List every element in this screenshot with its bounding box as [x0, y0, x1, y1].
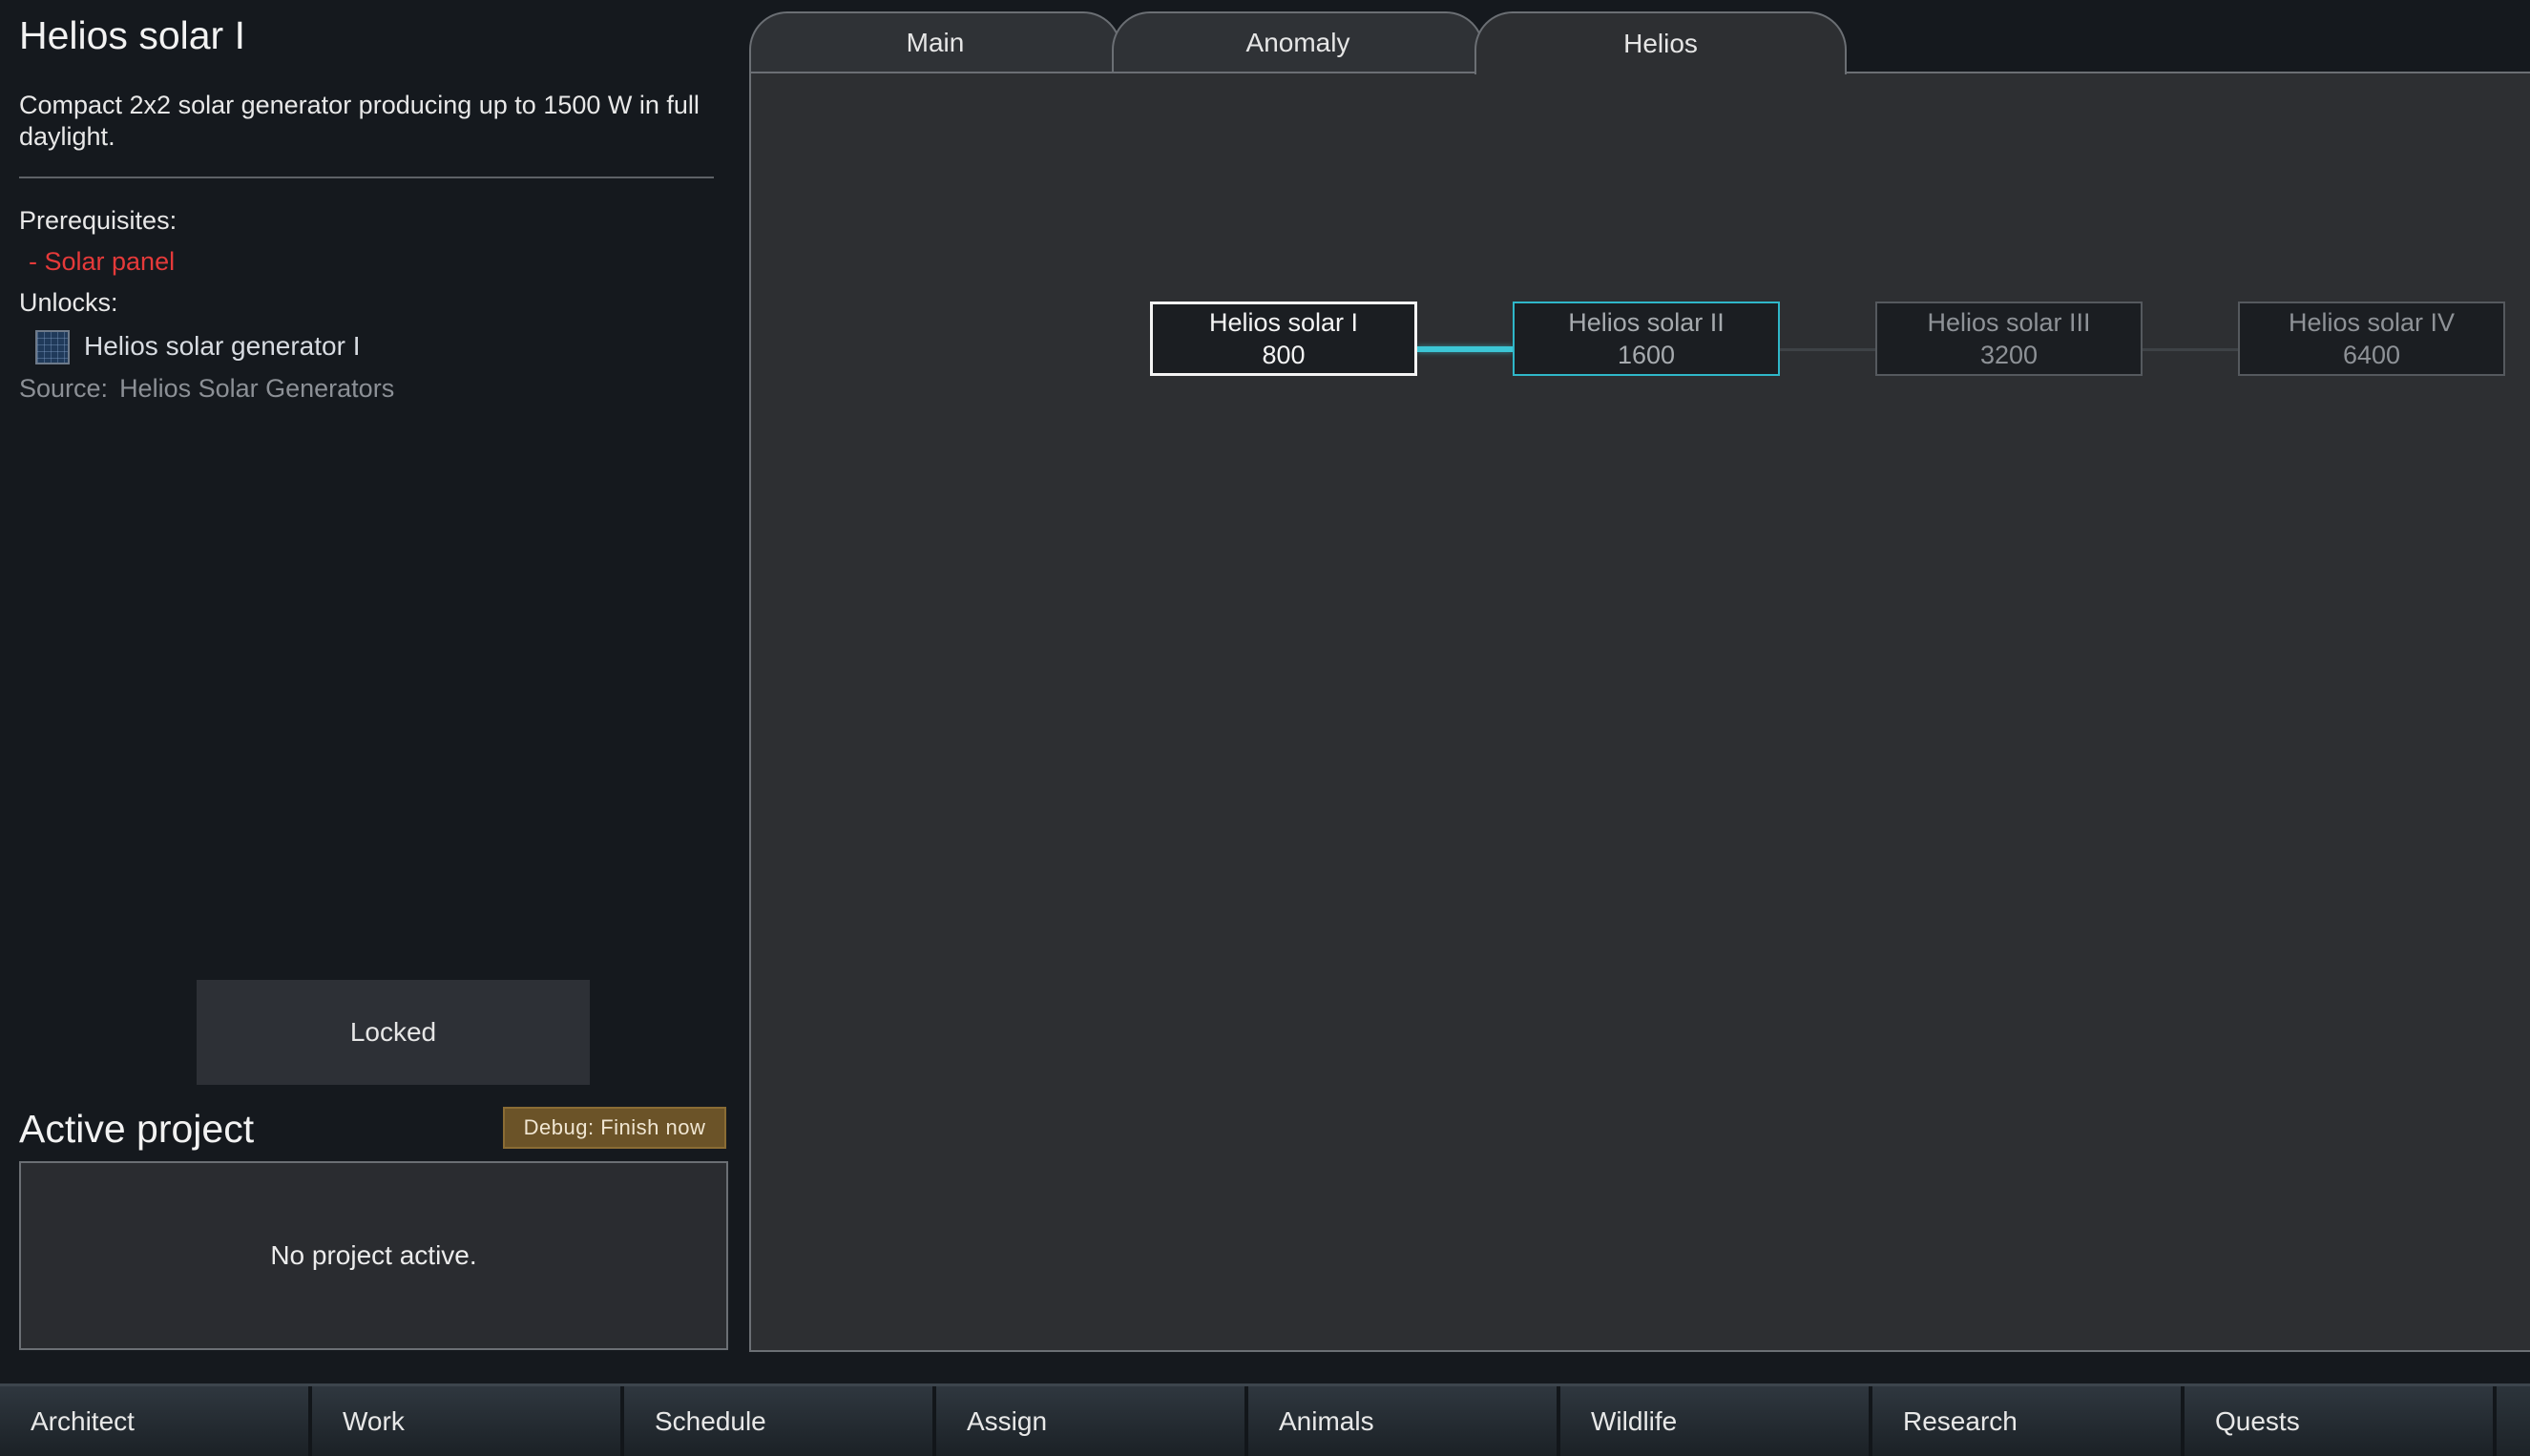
solar-generator-icon[interactable] [35, 330, 70, 364]
tree-node-cost: 6400 [2342, 341, 2401, 369]
work-button[interactable]: Work [312, 1386, 624, 1456]
tree-node-helios-solar-3[interactable]: Helios solar III 3200 [1875, 302, 2143, 376]
source-line: Source: Helios Solar Generators [19, 374, 394, 404]
tree-connector [1780, 348, 1875, 351]
schedule-button[interactable]: Schedule [624, 1386, 936, 1456]
wildlife-button[interactable]: Wildlife [1560, 1386, 1872, 1456]
prerequisite-item: - Solar panel [29, 247, 176, 276]
tree-node-helios-solar-2[interactable]: Helios solar II 1600 [1513, 302, 1780, 376]
tree-node-name: Helios solar II [1568, 308, 1725, 337]
tree-connector [1417, 346, 1513, 352]
tree-node-cost: 3200 [1979, 341, 2039, 369]
tree-node-name: Helios solar IV [2288, 308, 2456, 337]
locked-button[interactable]: Locked [197, 980, 590, 1085]
assign-button[interactable]: Assign [936, 1386, 1248, 1456]
quests-button[interactable]: Quests [2185, 1386, 2497, 1456]
divider [19, 177, 714, 178]
active-project-box: No project active. [19, 1161, 728, 1350]
architect-button[interactable]: Architect [0, 1386, 312, 1456]
research-description: Compact 2x2 solar generator producing up… [19, 91, 700, 151]
active-project-title: Active project [19, 1107, 255, 1151]
tree-node-helios-solar-4[interactable]: Helios solar IV 6400 [2238, 302, 2505, 376]
tab-anomaly[interactable]: Anomaly [1112, 11, 1484, 73]
source-value: Helios Solar Generators [119, 374, 395, 403]
tree-node-cost: 800 [1262, 341, 1306, 369]
research-title: Helios solar I [19, 13, 245, 57]
unlock-item[interactable]: Helios solar generator I [84, 331, 360, 362]
tab-helios[interactable]: Helios [1474, 11, 1847, 74]
tree-connector [2143, 348, 2238, 351]
research-button[interactable]: Research [1872, 1386, 2185, 1456]
tree-node-cost: 1600 [1617, 341, 1676, 369]
prerequisites-label: Prerequisites: [19, 206, 178, 235]
unlocks-label: Unlocks: [19, 288, 118, 317]
research-tree-panel[interactable] [749, 72, 2530, 1352]
animals-button[interactable]: Animals [1248, 1386, 1560, 1456]
no-project-text: No project active. [270, 1240, 477, 1270]
tab-main[interactable]: Main [749, 11, 1121, 73]
tree-node-helios-solar-1[interactable]: Helios solar I 800 [1150, 302, 1417, 376]
source-label: Source: [19, 374, 109, 403]
tree-node-name: Helios solar III [1927, 308, 2091, 337]
debug-finish-now-button[interactable]: Debug: Finish now [503, 1107, 726, 1149]
tree-node-name: Helios solar I [1208, 308, 1359, 337]
main-button-bar: Architect Work Schedule Assign Animals W… [0, 1383, 2530, 1456]
